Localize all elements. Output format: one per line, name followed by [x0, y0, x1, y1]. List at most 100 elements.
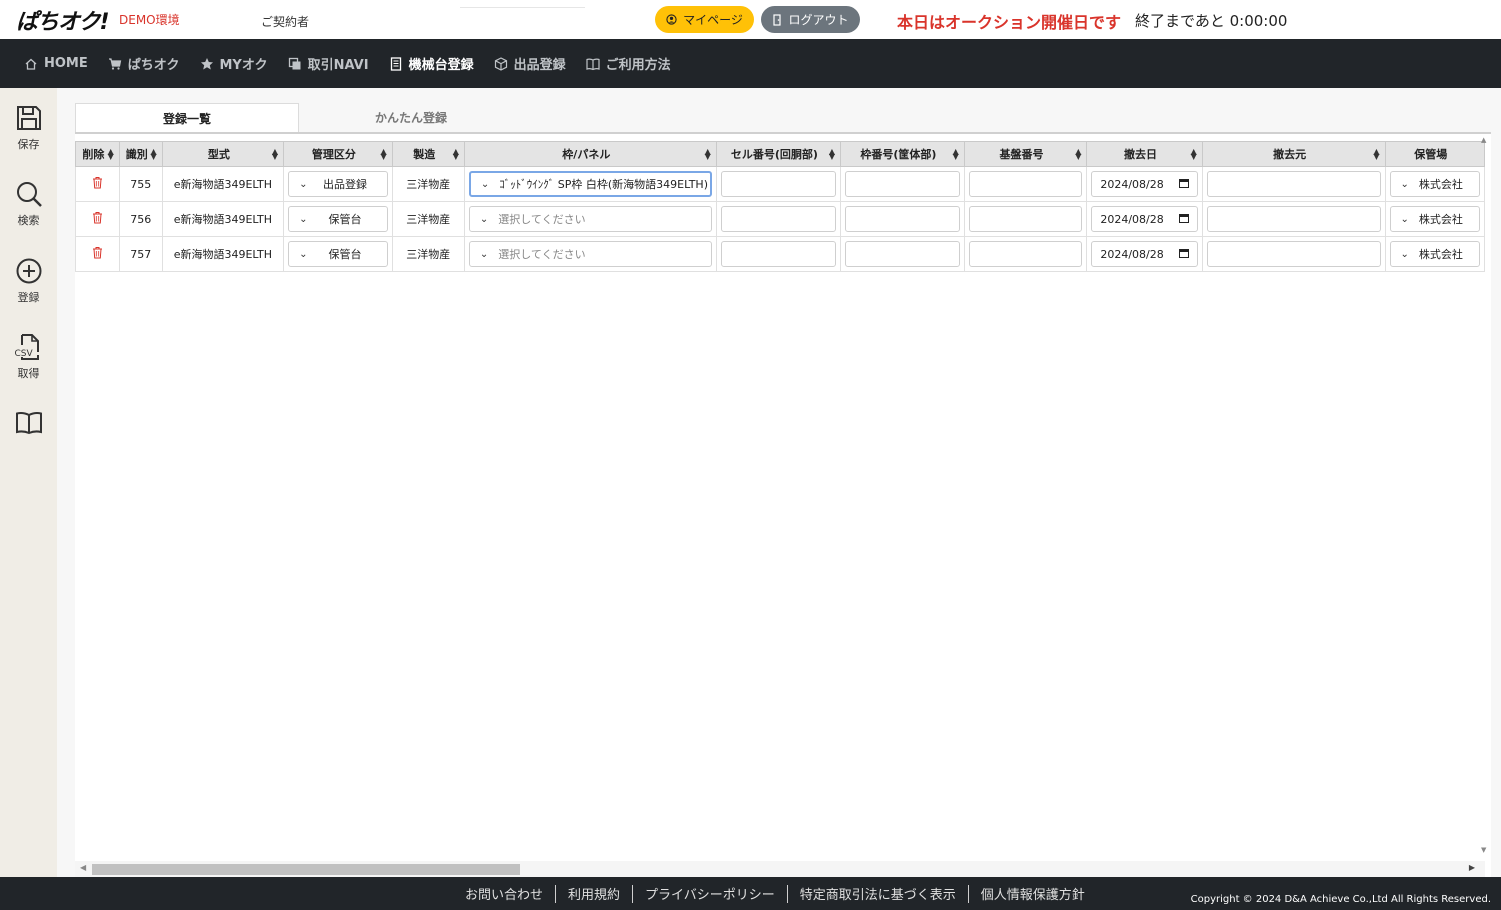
vertical-scrollbar[interactable]: ▲ ▼ [1479, 134, 1491, 856]
sort-icon: ▲ ▼ [380, 147, 387, 161]
logout-button[interactable]: ログアウト [761, 6, 860, 33]
footer-link-contact[interactable]: お問い合わせ [453, 884, 555, 903]
manual-button[interactable] [0, 411, 57, 439]
top-header: ぱちオク! DEMO環境 ご契約者 マイページ ログアウト 本日はオークション開… [0, 0, 1501, 39]
nav-usage[interactable]: ご利用方法 [585, 54, 671, 73]
nav-torihiki[interactable]: 取引NAVI [288, 54, 369, 73]
scroll-left-arrow-icon[interactable]: ◀ [80, 863, 86, 872]
col-header-board-number[interactable]: 基盤番号 ▲ ▼ [963, 141, 1088, 167]
star-icon [200, 57, 213, 69]
main-nav: HOME ぱちオク MYオク 取引NAVI 機械台登録 出品登録 ご利用方法 [0, 39, 1501, 88]
table-row: 755 e新海物語349ELTH ⌄ 出品登録 三洋物産 ⌄ ｺﾞｯﾄﾞｳｲﾝｸﾞ … [75, 166, 1485, 202]
col-header-removal-date[interactable]: 撤去日 ▲ ▼ [1086, 141, 1203, 167]
calendar-icon[interactable] [1178, 178, 1189, 191]
table-header-row: 削除 ▲ ▼ 識別 ▲ ▼ 型式 ▲ ▼ 管理区分 ▲ ▼ 製造 ▲ ▼ 枠/パネル ▲ ▼ セル番号(… [75, 141, 1485, 167]
col-header-cell-number[interactable]: セル番号(回胴部) ▲ ▼ [715, 141, 841, 167]
col-header-maker[interactable]: 製造 ▲ ▼ [391, 141, 465, 167]
storage-select[interactable]: ⌄ 株式会社 [1389, 206, 1480, 232]
col-header-label: 撤去元 [1273, 148, 1307, 161]
nav-machine-register[interactable]: 機械台登録 [389, 54, 474, 73]
scroll-right-arrow-icon[interactable]: ▶ [1469, 863, 1475, 872]
col-header-delete[interactable]: 削除 ▲ ▼ [75, 141, 120, 167]
category-select[interactable]: ⌄ 保管台 [288, 241, 388, 267]
col-header-removal-source[interactable]: 撤去元 ▲ ▼ [1201, 141, 1386, 167]
nav-home[interactable]: HOME [24, 56, 88, 71]
tab-easy-registration[interactable]: かんたん登録 [299, 103, 523, 132]
mypage-button[interactable]: マイページ [655, 6, 754, 33]
site-logo[interactable]: ぱちオク! [16, 4, 110, 36]
nav-pachioku[interactable]: ぱちオク [108, 54, 180, 73]
footer-link-terms[interactable]: 利用規約 [556, 884, 632, 903]
col-header-category[interactable]: 管理区分 ▲ ▼ [283, 141, 393, 167]
removal-source-input[interactable] [1206, 206, 1381, 232]
removal-date-input[interactable]: 2024/08/28 [1091, 206, 1198, 232]
scroll-up-arrow-icon[interactable]: ▲ [1481, 136, 1486, 144]
sort-icon: ▲ ▼ [271, 147, 279, 161]
panel-value: ｺﾞｯﾄﾞｳｲﾝｸﾞ SP枠 白枠(新海物語349ELTH) [499, 178, 708, 191]
trash-icon[interactable] [92, 247, 103, 262]
frame-number-input[interactable] [844, 206, 960, 232]
nav-myoku-label: MYオク [219, 58, 268, 73]
nav-home-label: HOME [44, 56, 88, 71]
chevron-down-icon: ⌄ [1400, 213, 1409, 225]
footer-link-commerce-law[interactable]: 特定商取引法に基づく表示 [788, 884, 968, 903]
trash-icon[interactable] [92, 177, 103, 192]
panel-select[interactable]: ⌄ 選択してください [468, 241, 712, 267]
demo-env-label: DEMO環境 [119, 13, 180, 27]
nav-usage-label: ご利用方法 [605, 58, 671, 73]
col-header-id[interactable]: 識別 ▲ ▼ [118, 141, 163, 167]
sort-icon: ▲ ▼ [1373, 147, 1380, 161]
removal-source-input[interactable] [1206, 241, 1381, 267]
search-button[interactable]: 検索 [0, 180, 57, 228]
nav-myoku[interactable]: MYオク [200, 54, 268, 73]
panel-select[interactable]: ⌄ ｺﾞｯﾄﾞｳｲﾝｸﾞ SP枠 白枠(新海物語349ELTH) [468, 171, 712, 197]
save-button[interactable]: 保存 [0, 104, 57, 152]
frame-number-input[interactable] [844, 241, 960, 267]
id-cell: 755 [118, 166, 163, 202]
divider [460, 7, 585, 8]
cell-number-input[interactable] [720, 241, 836, 267]
storage-select[interactable]: ⌄ 株式会社 [1389, 241, 1480, 267]
frame-number-input[interactable] [844, 171, 960, 197]
col-header-model[interactable]: 型式 ▲ ▼ [161, 141, 285, 167]
col-header-frame-number[interactable]: 枠番号(筐体部) ▲ ▼ [839, 141, 965, 167]
removal-date-input[interactable]: 2024/08/28 [1091, 171, 1198, 197]
table-scroll-area[interactable]: 削除 ▲ ▼ 識別 ▲ ▼ 型式 ▲ ▼ 管理区分 ▲ ▼ 製造 ▲ ▼ 枠/パネル ▲ ▼ セル番号(… [75, 141, 1485, 863]
col-header-label: 型式 [207, 148, 230, 161]
removal-source-input[interactable] [1206, 171, 1381, 197]
register-button[interactable]: 登録 [0, 257, 57, 305]
trash-icon[interactable] [92, 212, 103, 227]
save-label: 保存 [17, 138, 40, 151]
removal-date-input[interactable]: 2024/08/28 [1091, 241, 1198, 267]
nav-listing-register-label: 出品登録 [513, 58, 566, 73]
mypage-label: マイページ [683, 13, 743, 27]
cell-number-input[interactable] [720, 206, 836, 232]
footer-link-personal-info[interactable]: 個人情報保護方針 [969, 884, 1097, 903]
nav-torihiki-label: 取引NAVI [307, 58, 369, 73]
footer-link-privacy[interactable]: プライバシーポリシー [633, 884, 787, 903]
col-header-panel[interactable]: 枠/パネル ▲ ▼ [463, 141, 717, 167]
date-value: 2024/08/28 [1100, 212, 1164, 226]
col-header-storage[interactable]: 保管場 [1384, 141, 1485, 167]
maker-cell: 三洋物産 [391, 166, 465, 202]
maker-cell: 三洋物産 [391, 201, 465, 237]
panel-select[interactable]: ⌄ 選択してください [468, 206, 712, 232]
calendar-icon[interactable] [1178, 248, 1189, 261]
csv-fetch-button[interactable]: CSV 取得 [0, 333, 57, 381]
machine-table: 削除 ▲ ▼ 識別 ▲ ▼ 型式 ▲ ▼ 管理区分 ▲ ▼ 製造 ▲ ▼ 枠/パネル ▲ ▼ セル番号(… [75, 141, 1485, 272]
horizontal-scroll-thumb[interactable] [92, 864, 520, 875]
tab-registration-list[interactable]: 登録一覧 [75, 103, 299, 132]
scroll-down-arrow-icon[interactable]: ▼ [1481, 846, 1486, 854]
storage-select[interactable]: ⌄ 株式会社 [1389, 171, 1480, 197]
category-select[interactable]: ⌄ 保管台 [288, 206, 388, 232]
cell-number-input[interactable] [720, 171, 836, 197]
chevron-down-icon: ⌄ [1400, 178, 1409, 190]
calendar-icon[interactable] [1178, 213, 1189, 226]
horizontal-scrollbar[interactable]: ◀ ▶ [75, 861, 1485, 877]
board-number-input[interactable] [968, 206, 1083, 232]
board-number-input[interactable] [968, 241, 1083, 267]
board-number-input[interactable] [968, 171, 1083, 197]
category-select[interactable]: ⌄ 出品登録 [288, 171, 388, 197]
auction-day-message: 本日はオークション開催日です [897, 13, 1122, 32]
nav-listing-register[interactable]: 出品登録 [494, 54, 566, 73]
